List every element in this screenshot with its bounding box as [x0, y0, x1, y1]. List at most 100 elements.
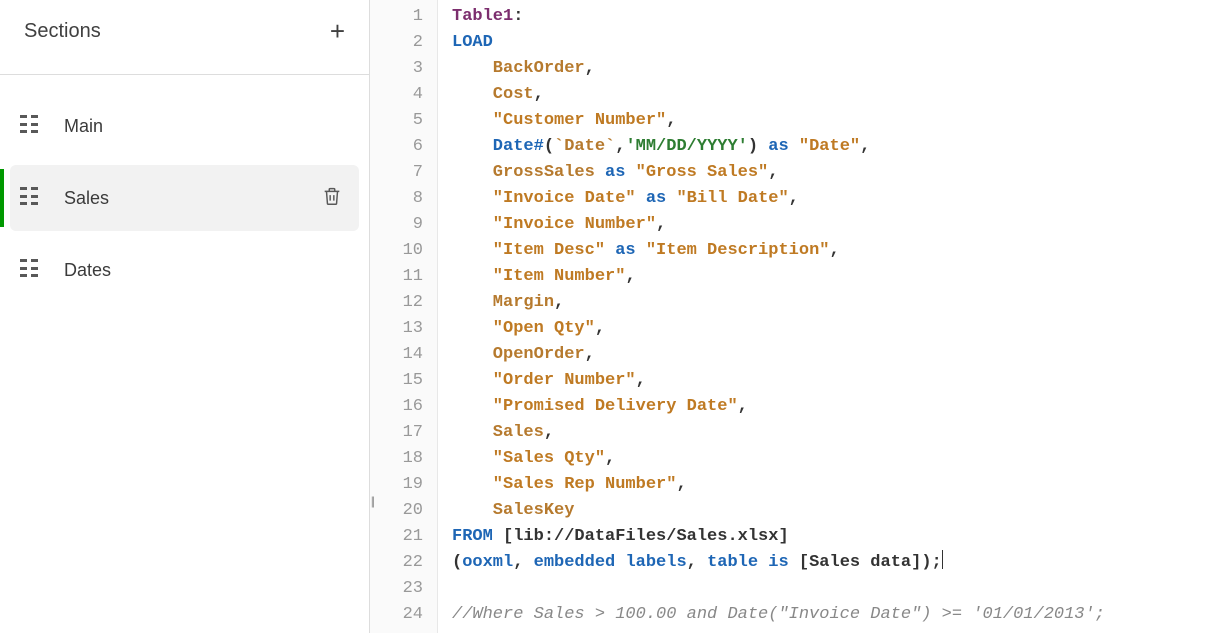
- code-token: LOAD: [452, 33, 493, 52]
- code-line[interactable]: "Invoice Date" as "Bill Date",: [452, 186, 1105, 212]
- code-token: ,: [829, 241, 839, 260]
- code-line[interactable]: LOAD: [452, 30, 1105, 56]
- code-line[interactable]: Date#(`Date`,'MM/DD/YYYY') as "Date",: [452, 134, 1105, 160]
- code-token: ): [748, 137, 758, 156]
- sections-sidebar: Sections + Main Sales Dates ||: [0, 0, 370, 633]
- code-token: ,: [554, 293, 564, 312]
- code-token: 'MM/DD/YYYY': [625, 137, 747, 156]
- code-token: //Where Sales > 100.00 and Date("Invoice…: [452, 605, 1105, 624]
- line-number: 5: [370, 108, 423, 134]
- code-token: `Date`: [554, 137, 615, 156]
- line-number: 2: [370, 30, 423, 56]
- code-token: SalesKey: [452, 501, 574, 520]
- code-token: ,: [860, 137, 870, 156]
- code-line[interactable]: (ooxml, embedded labels, table is [Sales…: [452, 550, 1105, 576]
- code-token: table is: [707, 553, 799, 572]
- code-token: ,: [636, 371, 646, 390]
- code-token: OpenOrder: [452, 345, 585, 364]
- code-editor[interactable]: 123456789101112131415161718192021222324 …: [370, 0, 1220, 633]
- code-line[interactable]: "Open Qty",: [452, 316, 1105, 342]
- code-token: "Item Description": [646, 241, 830, 260]
- code-token: "Bill Date": [676, 189, 788, 208]
- code-line[interactable]: Margin,: [452, 290, 1105, 316]
- code-token: as: [605, 241, 646, 260]
- code-token: ,: [544, 423, 554, 442]
- code-token: "Promised Delivery Date": [452, 397, 738, 416]
- code-token: "Order Number": [452, 371, 636, 390]
- line-number: 11: [370, 264, 423, 290]
- code-line[interactable]: BackOrder,: [452, 56, 1105, 82]
- code-token: :: [513, 7, 523, 26]
- code-line[interactable]: "Sales Rep Number",: [452, 472, 1105, 498]
- line-number: 6: [370, 134, 423, 160]
- line-number: 21: [370, 524, 423, 550]
- code-line[interactable]: "Promised Delivery Date",: [452, 394, 1105, 420]
- code-token: ,: [513, 553, 533, 572]
- line-number: 8: [370, 186, 423, 212]
- drag-handle-icon[interactable]: [20, 187, 42, 209]
- code-line[interactable]: "Order Number",: [452, 368, 1105, 394]
- code-line[interactable]: GrossSales as "Gross Sales",: [452, 160, 1105, 186]
- line-number: 20: [370, 498, 423, 524]
- code-token: "Gross Sales": [636, 163, 769, 182]
- sidebar-title: Sections: [24, 20, 101, 43]
- code-token: "Item Desc": [452, 241, 605, 260]
- line-number: 10: [370, 238, 423, 264]
- line-number: 13: [370, 316, 423, 342]
- line-number: 17: [370, 420, 423, 446]
- code-token: BackOrder: [452, 59, 585, 78]
- code-line[interactable]: Cost,: [452, 82, 1105, 108]
- code-line[interactable]: "Invoice Number",: [452, 212, 1105, 238]
- code-token: Date#: [452, 137, 544, 156]
- code-line[interactable]: "Item Desc" as "Item Description",: [452, 238, 1105, 264]
- code-token: Table1: [452, 7, 513, 26]
- line-number-gutter: 123456789101112131415161718192021222324: [370, 0, 438, 633]
- code-token: ,: [676, 475, 686, 494]
- delete-section-icon[interactable]: [321, 185, 343, 212]
- code-line[interactable]: Sales,: [452, 420, 1105, 446]
- code-line[interactable]: "Sales Qty",: [452, 446, 1105, 472]
- code-token: ,: [534, 85, 544, 104]
- code-line[interactable]: SalesKey: [452, 498, 1105, 524]
- code-token: "Date": [799, 137, 860, 156]
- line-number: 3: [370, 56, 423, 82]
- code-token: [lib://DataFiles/Sales.xlsx]: [503, 527, 789, 546]
- code-line[interactable]: //Where Sales > 100.00 and Date("Invoice…: [452, 602, 1105, 628]
- code-line[interactable]: FROM [lib://DataFiles/Sales.xlsx]: [452, 524, 1105, 550]
- section-label: Sales: [64, 188, 321, 209]
- text-cursor: [942, 550, 943, 569]
- code-token: );: [921, 553, 941, 572]
- add-section-button[interactable]: +: [330, 18, 345, 44]
- code-line[interactable]: "Customer Number",: [452, 108, 1105, 134]
- code-token: "Customer Number": [452, 111, 666, 130]
- code-line[interactable]: "Item Number",: [452, 264, 1105, 290]
- pane-resize-handle[interactable]: ||: [371, 494, 373, 508]
- line-number: 18: [370, 446, 423, 472]
- code-token: ,: [585, 59, 595, 78]
- code-token: "Invoice Date": [452, 189, 636, 208]
- sidebar-item-sales[interactable]: Sales: [10, 165, 359, 231]
- sidebar-item-dates[interactable]: Dates: [10, 237, 359, 303]
- drag-handle-icon[interactable]: [20, 115, 42, 137]
- line-number: 14: [370, 342, 423, 368]
- code-content[interactable]: Table1: LOAD BackOrder, Cost, "Customer N…: [438, 0, 1105, 633]
- section-label: Dates: [64, 260, 343, 281]
- code-token: ,: [738, 397, 748, 416]
- code-token: ,: [687, 553, 707, 572]
- drag-handle-icon[interactable]: [20, 259, 42, 281]
- code-token: "Invoice Number": [452, 215, 656, 234]
- code-token: ,: [789, 189, 799, 208]
- code-token: ,: [605, 449, 615, 468]
- code-token: GrossSales: [452, 163, 595, 182]
- code-token: ,: [768, 163, 778, 182]
- code-line[interactable]: OpenOrder,: [452, 342, 1105, 368]
- code-token: Margin: [452, 293, 554, 312]
- code-token: ,: [615, 137, 625, 156]
- code-line[interactable]: Table1:: [452, 4, 1105, 30]
- code-token: "Sales Rep Number": [452, 475, 676, 494]
- code-line[interactable]: [452, 576, 1105, 602]
- code-token: "Sales Qty": [452, 449, 605, 468]
- code-token: "Open Qty": [452, 319, 595, 338]
- sidebar-item-main[interactable]: Main: [10, 93, 359, 159]
- code-token: as: [636, 189, 677, 208]
